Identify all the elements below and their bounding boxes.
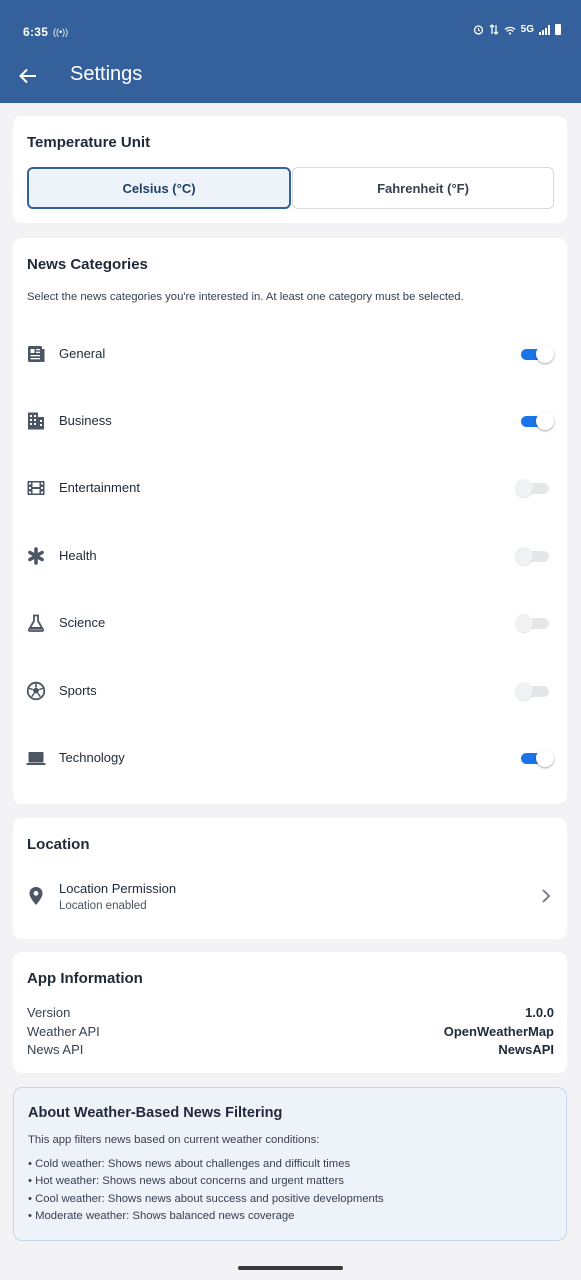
home-indicator[interactable] bbox=[238, 1266, 343, 1270]
category-label: General bbox=[59, 346, 106, 361]
category-label: Technology bbox=[59, 750, 125, 765]
category-label: Health bbox=[59, 548, 97, 563]
news-categories-heading: News Categories bbox=[27, 256, 148, 273]
app-bar: 6:35 ((•)) 5G Settings bbox=[0, 0, 581, 103]
category-row-entertainment: Entertainment bbox=[13, 473, 567, 503]
newspaper-icon bbox=[28, 346, 45, 362]
temperature-heading: Temperature Unit bbox=[27, 134, 151, 151]
status-icons: 5G bbox=[473, 24, 561, 35]
info-key: Version bbox=[27, 1005, 71, 1020]
signal-icon bbox=[539, 24, 550, 35]
list-item: • Cool weather: Shows news about success… bbox=[28, 1192, 384, 1205]
wifi-icon bbox=[504, 26, 516, 35]
page-title: Settings bbox=[70, 63, 143, 85]
status-bar: 6:35 ((•)) 5G bbox=[0, 0, 581, 60]
category-row-general: General bbox=[13, 339, 567, 369]
business-toggle[interactable] bbox=[519, 412, 554, 430]
notification-icon: ((•)) bbox=[53, 27, 69, 37]
location-permission-row[interactable]: Location Permission Location enabled bbox=[13, 874, 567, 920]
chevron-right-icon bbox=[542, 889, 551, 903]
news-categories-card: News Categories Select the news categori… bbox=[13, 238, 567, 804]
location-permission-status: Location enabled bbox=[59, 900, 147, 912]
location-heading: Location bbox=[27, 836, 90, 853]
sports-toggle[interactable] bbox=[515, 682, 551, 700]
location-permission-label: Location Permission bbox=[59, 881, 177, 896]
arrow-left-icon bbox=[19, 68, 36, 84]
back-button[interactable] bbox=[14, 62, 42, 90]
technology-toggle[interactable] bbox=[519, 749, 554, 767]
fahrenheit-option[interactable]: Fahrenheit (°F) bbox=[292, 167, 554, 209]
app-info-card: App Information Version 1.0.0 Weather AP… bbox=[13, 952, 567, 1073]
info-row-version: Version 1.0.0 bbox=[27, 1005, 554, 1023]
entertainment-toggle[interactable] bbox=[515, 479, 551, 497]
status-time: 6:35 bbox=[23, 25, 49, 39]
battery-icon bbox=[555, 24, 561, 35]
science-toggle[interactable] bbox=[515, 614, 551, 632]
info-key: Weather API bbox=[27, 1024, 100, 1039]
category-label: Business bbox=[59, 413, 112, 428]
medical-asterisk-icon bbox=[28, 547, 44, 565]
about-list: • Cold weather: Shows news about challen… bbox=[28, 1158, 384, 1227]
data-icon bbox=[489, 24, 499, 35]
about-intro: This app filters news based on current w… bbox=[28, 1134, 320, 1146]
list-item: • Hot weather: Shows news about concerns… bbox=[28, 1175, 345, 1188]
category-label: Entertainment bbox=[59, 480, 140, 495]
laptop-icon bbox=[26, 752, 46, 765]
app-info-heading: App Information bbox=[27, 970, 143, 987]
network-type: 5G bbox=[520, 24, 534, 35]
category-label: Science bbox=[59, 615, 106, 630]
news-categories-description: Select the news categories you're intere… bbox=[27, 291, 464, 303]
info-row-news-api: News API NewsAPI bbox=[27, 1042, 554, 1060]
flask-icon bbox=[27, 614, 45, 632]
info-row-weather-api: Weather API OpenWeatherMap bbox=[27, 1024, 554, 1042]
celsius-option[interactable]: Celsius (°C) bbox=[27, 167, 291, 209]
temperature-card: Temperature Unit Celsius (°C) Fahrenheit… bbox=[13, 116, 567, 223]
list-item: • Cold weather: Shows news about challen… bbox=[28, 1158, 351, 1170]
category-row-business: Business bbox=[13, 406, 567, 436]
category-label: Sports bbox=[59, 683, 97, 698]
category-row-science: Science bbox=[13, 608, 567, 638]
location-card: Location Location Permission Location en… bbox=[13, 818, 567, 939]
alarm-icon bbox=[473, 25, 483, 35]
category-row-health: Health bbox=[13, 541, 567, 571]
health-toggle[interactable] bbox=[515, 547, 551, 565]
category-row-technology: Technology bbox=[13, 743, 567, 773]
info-value: 1.0.0 bbox=[525, 1005, 554, 1020]
about-filtering-card: About Weather-Based News Filtering This … bbox=[13, 1087, 567, 1241]
location-pin-icon bbox=[29, 887, 43, 905]
soccer-ball-icon bbox=[26, 681, 46, 701]
info-key: News API bbox=[27, 1042, 84, 1057]
info-value: NewsAPI bbox=[498, 1042, 554, 1057]
general-toggle[interactable] bbox=[519, 345, 554, 363]
info-value: OpenWeatherMap bbox=[443, 1024, 554, 1039]
film-icon bbox=[27, 481, 45, 495]
list-item: • Moderate weather: Shows balanced news … bbox=[28, 1209, 295, 1222]
building-icon bbox=[28, 412, 44, 430]
about-heading: About Weather-Based News Filtering bbox=[28, 1105, 283, 1121]
category-row-sports: Sports bbox=[13, 676, 567, 706]
